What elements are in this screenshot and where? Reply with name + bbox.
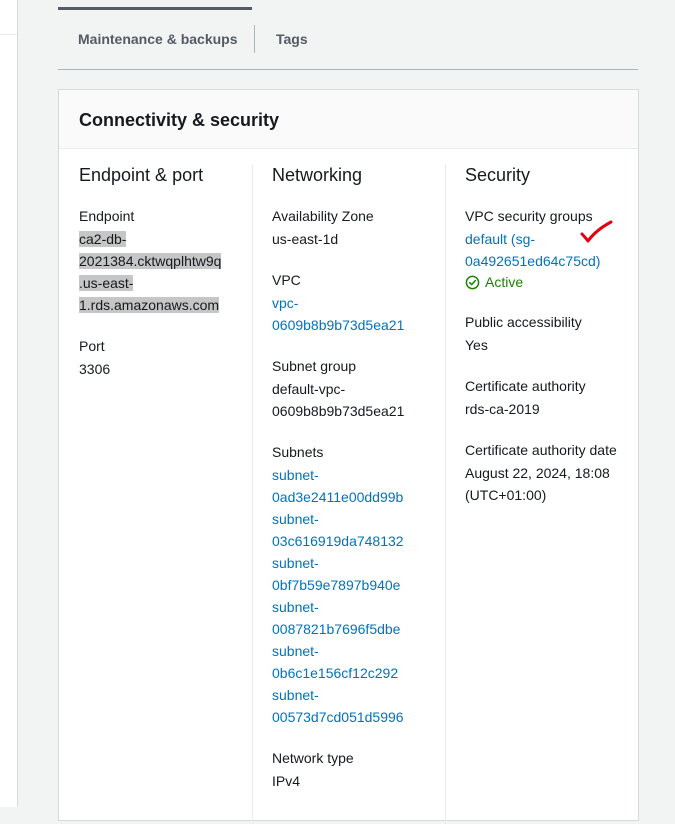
certificate-authority-date-label: Certificate authority date bbox=[465, 442, 617, 458]
endpoint-line-3[interactable]: .us-east- bbox=[79, 275, 134, 291]
subnet-link[interactable]: 0ad3e2411e00dd99b bbox=[272, 486, 432, 508]
subnet-link[interactable]: 03c616919da748132 bbox=[272, 530, 432, 552]
tab-maintenance-backups[interactable]: Maintenance & backups bbox=[78, 31, 238, 47]
subnet-group-label: Subnet group bbox=[272, 358, 357, 374]
certificate-authority-date-value: August 22, 2024, 18:08 (UTC+01:00) bbox=[465, 462, 630, 506]
endpoint-line-2[interactable]: 2021384.cktwqplhtw9q bbox=[79, 253, 222, 269]
security-heading: Security bbox=[465, 165, 531, 185]
status-text: Active bbox=[485, 274, 524, 290]
active-tab-indicator bbox=[58, 7, 252, 10]
port-value: 3306 bbox=[79, 361, 111, 377]
column-divider bbox=[252, 164, 253, 824]
subnet-link[interactable]: subnet- bbox=[272, 596, 432, 618]
subnet-link[interactable]: subnet- bbox=[272, 684, 432, 706]
endpoint-port-heading: Endpoint & port bbox=[79, 165, 204, 185]
endpoint-line-1[interactable]: ca2-db- bbox=[79, 231, 127, 247]
endpoint-label: Endpoint bbox=[79, 208, 135, 224]
subnet-link[interactable]: 0b6c1e156cf12c292 bbox=[272, 662, 432, 684]
endpoint-value[interactable]: ca2-db- 2021384.cktwqplhtw9q .us-east- 1… bbox=[79, 228, 239, 316]
vpc-label: VPC bbox=[272, 272, 301, 288]
subnet-link[interactable]: subnet- bbox=[272, 508, 432, 530]
subnet-group-line-2: 0609b8b9b73d5ea21 bbox=[272, 403, 405, 419]
public-accessibility-value: Yes bbox=[465, 337, 488, 353]
status-ok-icon bbox=[465, 275, 480, 289]
network-type-value: IPv4 bbox=[272, 773, 301, 789]
connectivity-security-panel: Connectivity & security Endpoint & port … bbox=[58, 89, 639, 824]
subnet-link[interactable]: subnet- bbox=[272, 464, 432, 486]
network-type-label: Network type bbox=[272, 750, 354, 766]
panel-header: Connectivity & security bbox=[59, 90, 638, 149]
availability-zone-label: Availability Zone bbox=[272, 208, 374, 224]
vpc-link-line-2[interactable]: 0609b8b9b73d5ea21 bbox=[272, 314, 432, 336]
subnet-group-line-1: default-vpc- bbox=[272, 381, 346, 397]
subnet-link[interactable]: subnet- bbox=[272, 552, 432, 574]
subnets-list: subnet- 0ad3e2411e00dd99b subnet- 03c616… bbox=[272, 464, 432, 728]
availability-zone-value: us-east-1d bbox=[272, 231, 339, 247]
security-group-status: Active bbox=[465, 272, 630, 292]
networking-heading: Networking bbox=[272, 165, 363, 185]
subnet-link[interactable]: 0087821b7696f5dbe bbox=[272, 618, 432, 640]
certificate-authority-value: rds-ca-2019 bbox=[465, 401, 540, 417]
vpc-link-line-1[interactable]: vpc- bbox=[272, 292, 432, 314]
subnets-label: Subnets bbox=[272, 444, 324, 460]
cert-date-line-2: (UTC+01:00) bbox=[465, 487, 547, 503]
subnet-link[interactable]: 0bf7b59e7897b940e bbox=[272, 574, 432, 596]
vpc-link[interactable]: vpc- 0609b8b9b73d5ea21 bbox=[272, 292, 432, 336]
tab-tags[interactable]: Tags bbox=[276, 31, 308, 47]
red-checkmark-annotation-icon bbox=[580, 220, 613, 243]
column-divider bbox=[445, 164, 446, 824]
panel-title: Connectivity & security bbox=[79, 110, 280, 130]
endpoint-port-column: Endpoint & port Endpoint ca2-db- 2021384… bbox=[79, 164, 239, 400]
cert-date-line-1: August 22, 2024, 18:08 bbox=[465, 465, 610, 481]
port-label: Port bbox=[79, 338, 105, 354]
public-accessibility-label: Public accessibility bbox=[465, 314, 582, 330]
left-side-strip bbox=[0, 0, 18, 807]
subnet-link[interactable]: 00573d7cd051d5996 bbox=[272, 706, 432, 728]
subnet-group-value: default-vpc- 0609b8b9b73d5ea21 bbox=[272, 378, 432, 422]
endpoint-line-4[interactable]: 1.rds.amazonaws.com bbox=[79, 297, 220, 313]
security-column: Security VPC security groups default (sg… bbox=[465, 164, 630, 526]
tab-separator bbox=[254, 25, 255, 53]
security-group-link-line-2[interactable]: 0a492651ed64c75cd) bbox=[465, 250, 630, 272]
tab-bar: Maintenance & backups Tags bbox=[58, 0, 638, 70]
certificate-authority-label: Certificate authority bbox=[465, 378, 586, 394]
networking-column: Networking Availability Zone us-east-1d … bbox=[272, 164, 432, 812]
subnet-link[interactable]: subnet- bbox=[272, 640, 432, 662]
